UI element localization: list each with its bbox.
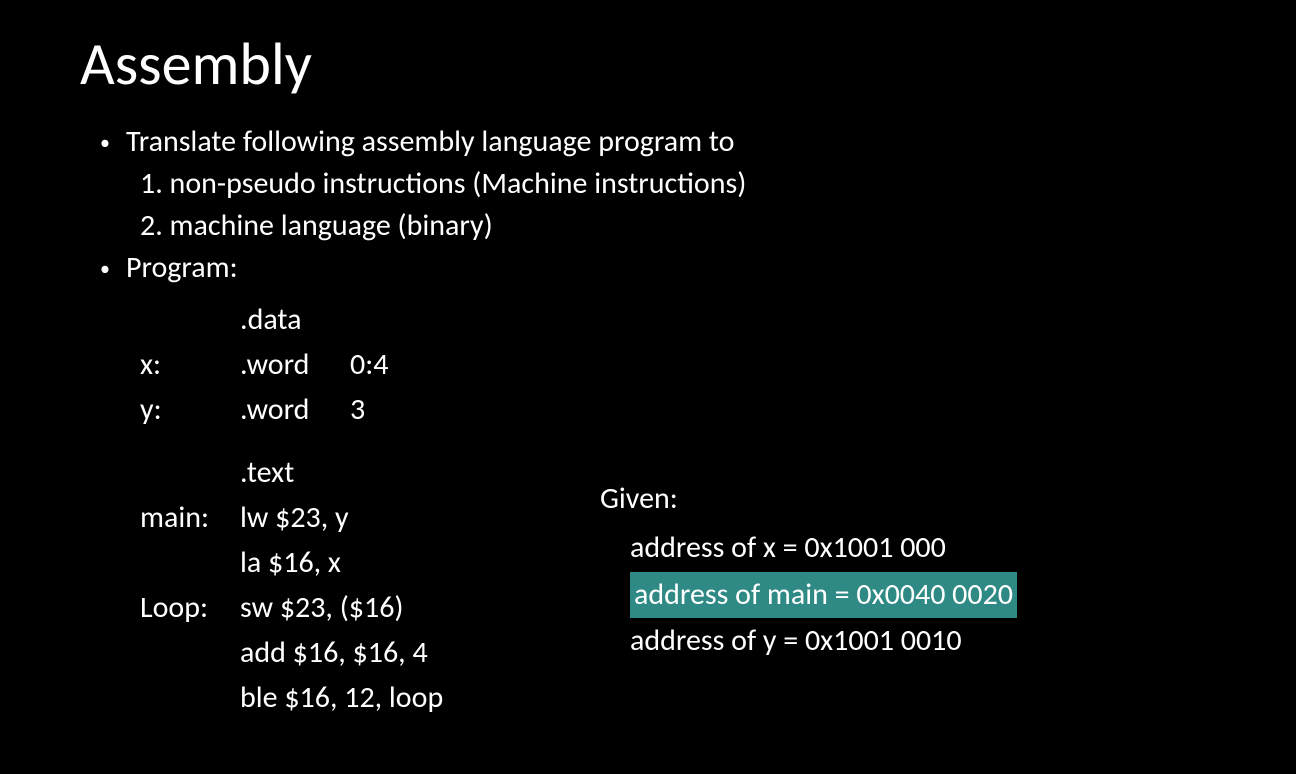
code-label-main: main:	[140, 495, 240, 540]
code-label-y: y:	[140, 387, 240, 432]
code-loop-instr2: add $16, $16, 4	[240, 630, 428, 675]
given-addr-x: address of x = 0x1001 000	[630, 525, 1017, 572]
code-text-directive: .text	[240, 450, 294, 495]
bullet-icon: •	[100, 129, 110, 157]
bullet-icon: •	[100, 255, 110, 283]
code-loop-instr1: sw $23, ($16)	[240, 585, 404, 630]
code-label-empty	[140, 675, 240, 720]
given-addr-main-row: address of main = 0x0040 0020	[630, 572, 1017, 619]
code-label-loop: Loop:	[140, 585, 240, 630]
code-label-empty	[140, 450, 240, 495]
code-label-empty	[140, 540, 240, 585]
code-label-x: x:	[140, 342, 240, 387]
slide-title: Assembly	[80, 28, 1216, 101]
code-y-directive: .word	[240, 387, 350, 432]
code-main-instr1: lw $23, y	[240, 495, 349, 540]
bullet-1: • Translate following assembly language …	[100, 121, 1216, 163]
given-block: Given: address of x = 0x1001 000 address…	[600, 480, 1017, 665]
code-y-args: 3	[350, 387, 410, 432]
given-addr-y: address of y = 0x1001 0010	[630, 618, 1017, 665]
given-addr-main-highlight: address of main = 0x0040 0020	[630, 572, 1017, 619]
code-label-empty	[140, 630, 240, 675]
code-x-args: 0:4	[350, 342, 410, 387]
code-data-directive: .data	[240, 297, 301, 342]
bullet-2-text: Program:	[126, 247, 238, 289]
code-x-directive: .word	[240, 342, 350, 387]
sub-item-2: 2. machine language (binary)	[140, 205, 1216, 247]
given-title: Given:	[600, 480, 1017, 517]
bullet-1-text: Translate following assembly language pr…	[126, 121, 735, 163]
code-label-empty	[140, 297, 240, 342]
bullet-2: • Program:	[100, 247, 1216, 289]
code-loop-instr3: ble $16, 12, loop	[240, 675, 443, 720]
code-main-instr2: la $16, x	[240, 540, 341, 585]
sub-item-1: 1. non-pseudo instructions (Machine inst…	[140, 163, 1216, 205]
